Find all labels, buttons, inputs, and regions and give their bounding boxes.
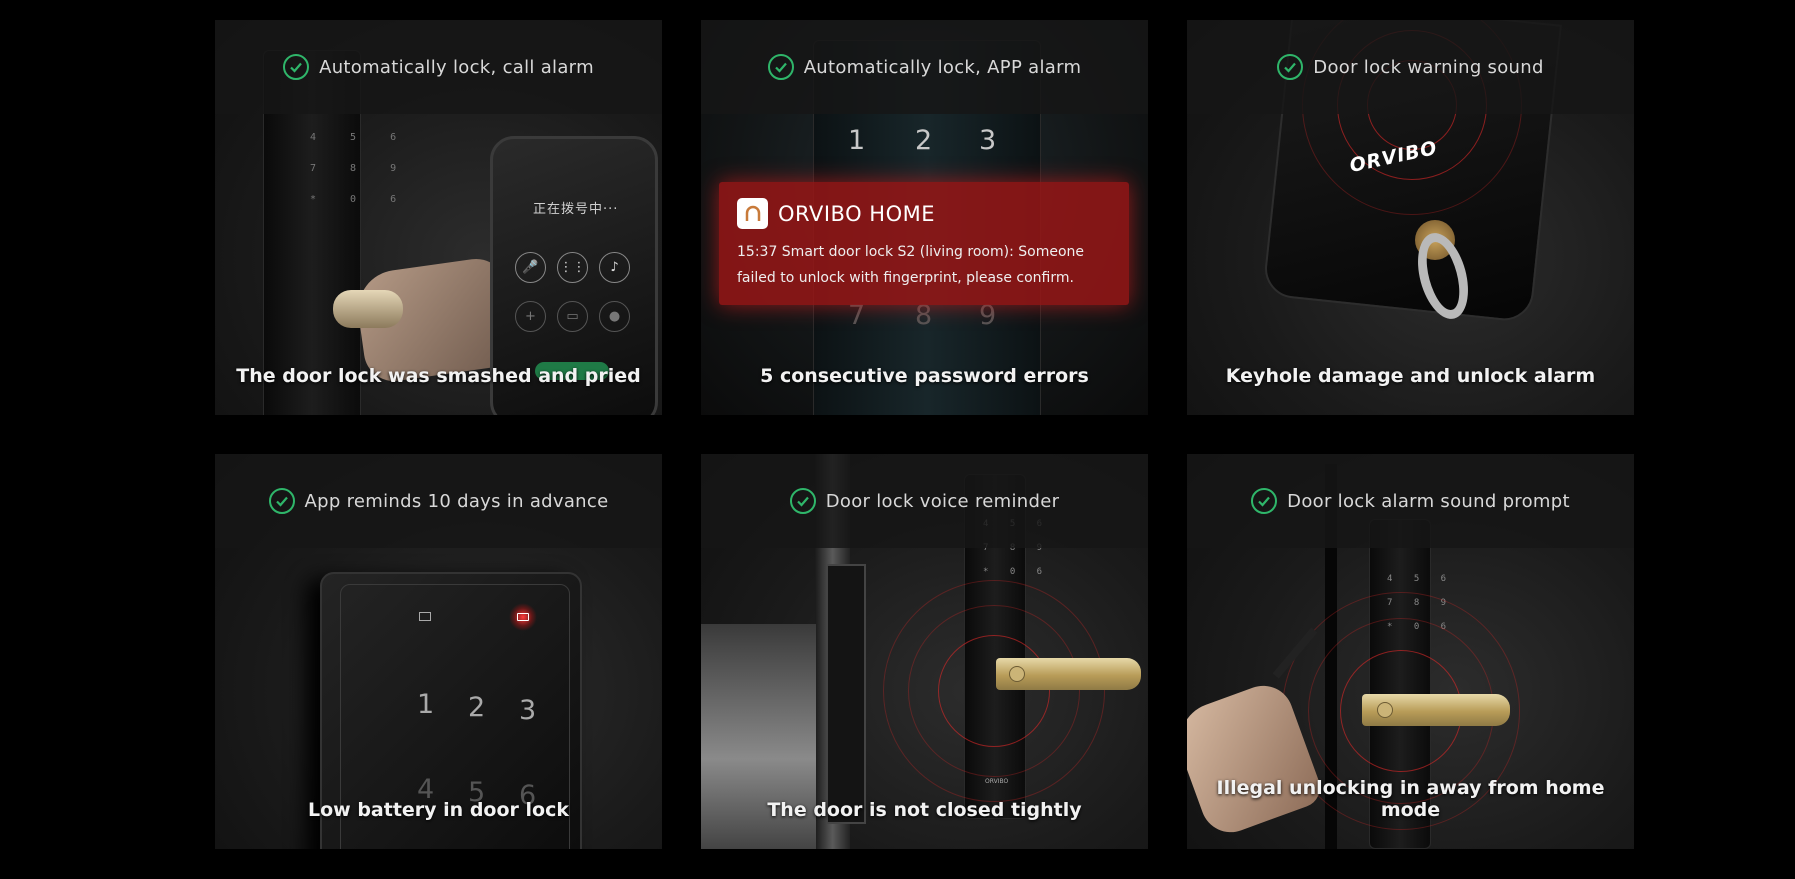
- card-caption: Keyhole damage and unlock alarm: [1225, 365, 1596, 387]
- speaker-icon: ♪: [599, 252, 630, 283]
- feature-label: App reminds 10 days in advance: [304, 490, 609, 512]
- feature-label: Automatically lock, APP alarm: [803, 56, 1082, 78]
- feature-label: Door lock alarm sound prompt: [1287, 490, 1570, 512]
- add-call-icon: +: [515, 301, 546, 332]
- check-icon: [789, 488, 816, 514]
- low-battery-icon: [517, 613, 529, 621]
- feature-card-password: 1 2 3 7 8 9 ORVIBO HOME 15:37 Smart door…: [701, 20, 1148, 415]
- phone-dialing-text: 正在拨号中···: [533, 202, 619, 217]
- keypad-icon: ⋮⋮: [557, 252, 588, 283]
- card-caption: The door is not closed tightly: [767, 799, 1082, 821]
- mic-icon: 🎤: [515, 252, 546, 283]
- check-icon: [767, 54, 794, 80]
- card-caption: 5 consecutive password errors: [760, 365, 1089, 387]
- orvibo-logo-icon: [737, 198, 768, 229]
- notification-app-name: ORVIBO HOME: [778, 201, 935, 226]
- check-icon: [1251, 488, 1278, 514]
- feature-card-battery: 1 2 3 4 5 6 App reminds 10 days in advan…: [215, 454, 662, 849]
- card-caption: The door lock was smashed and pried: [236, 365, 641, 387]
- feature-bar: Door lock voice reminder: [701, 454, 1148, 548]
- feature-label: Door lock voice reminder: [825, 490, 1060, 512]
- feature-grid: 4 5 67 8 9 * 0 6 正在拨号中··· 🎤 ⋮⋮ ♪ + ▭ ● Au…: [215, 20, 1635, 850]
- feature-card-illegal-unlock: 4 5 67 8 9 * 0 6 Door lock alarm sound pr…: [1187, 454, 1634, 849]
- feature-bar: App reminds 10 days in advance: [215, 454, 662, 548]
- contacts-icon: ●: [599, 301, 630, 332]
- card-caption: Illegal unlocking in away from home mode: [1216, 777, 1605, 821]
- check-icon: [283, 54, 310, 80]
- feature-card-smashed: 4 5 67 8 9 * 0 6 正在拨号中··· 🎤 ⋮⋮ ♪ + ▭ ● Au…: [215, 20, 662, 415]
- feature-bar: Automatically lock, APP alarm: [701, 20, 1148, 114]
- feature-bar: Door lock alarm sound prompt: [1187, 454, 1634, 548]
- notification-message: 15:37 Smart door lock S2 (living room): …: [737, 244, 1084, 286]
- feature-bar: Door lock warning sound: [1187, 20, 1634, 114]
- check-icon: [268, 488, 295, 514]
- feature-bar: Automatically lock, call alarm: [215, 20, 662, 114]
- card-caption: Low battery in door lock: [308, 799, 569, 821]
- feature-card-door-open: 4 5 67 8 9* 0 6 ORVIBO Door lock voice r…: [701, 454, 1148, 849]
- app-notification: ORVIBO HOME 15:37 Smart door lock S2 (li…: [719, 182, 1129, 305]
- feature-card-keyhole: ORVIBO Door lock warning sound Keyhole d…: [1187, 20, 1634, 415]
- feature-label: Automatically lock, call alarm: [319, 56, 594, 78]
- video-icon: ▭: [557, 301, 588, 332]
- feature-label: Door lock warning sound: [1313, 56, 1544, 78]
- check-icon: [1277, 54, 1304, 80]
